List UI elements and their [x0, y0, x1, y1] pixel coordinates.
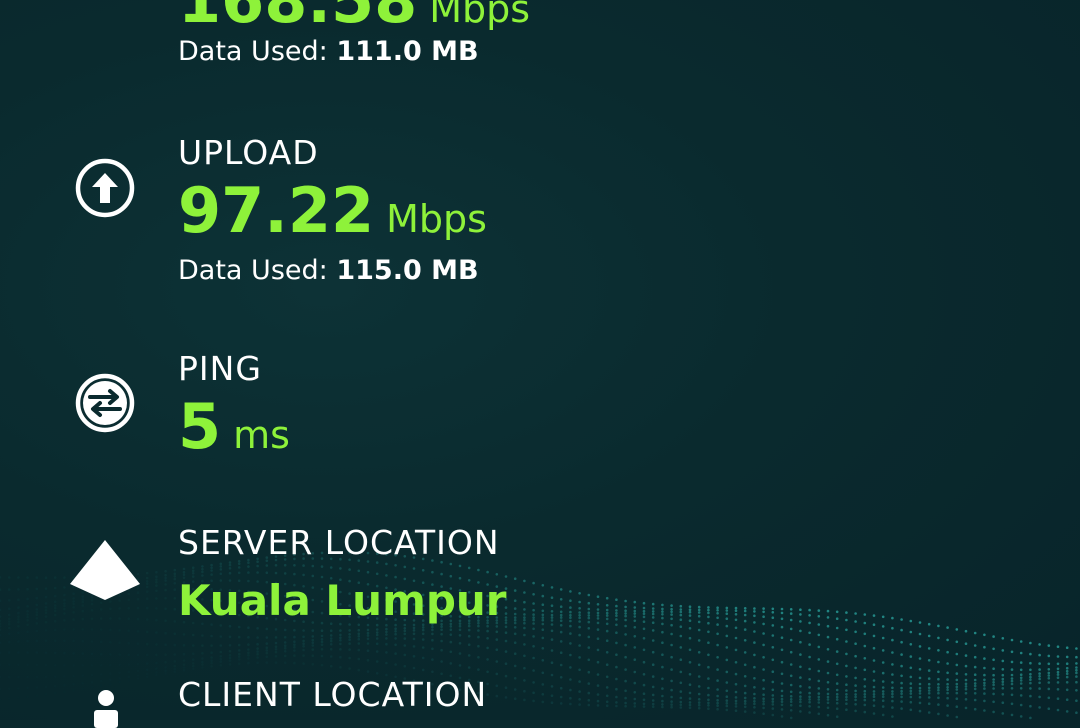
client-location-label: CLIENT LOCATION — [178, 675, 488, 714]
ping-unit: ms — [233, 413, 290, 457]
server-location-label: SERVER LOCATION — [178, 523, 500, 562]
server-pin-icon — [70, 540, 140, 600]
upload-data-used-label: Data Used: — [178, 255, 328, 286]
ping-value: 5 ms — [178, 390, 290, 463]
ping-label: PING — [178, 349, 262, 388]
upload-label: UPLOAD — [178, 133, 319, 172]
swap-arrows-circle-icon — [75, 373, 135, 433]
download-speed: 168.58 Mbps — [178, 0, 530, 32]
download-data-used-label: Data Used: — [178, 36, 328, 67]
wave-background — [0, 551, 1078, 720]
arrow-up-circle-icon — [75, 158, 135, 218]
upload-speed: 97.22 Mbps — [178, 174, 487, 247]
download-data-used-value: 111.0 MB — [336, 36, 479, 67]
upload-data-used: Data Used: 115.0 MB — [178, 255, 479, 286]
upload-data-used-value: 115.0 MB — [336, 255, 479, 286]
download-data-used: Data Used: 111.0 MB — [178, 36, 479, 67]
server-location-value: Kuala Lumpur — [178, 576, 507, 625]
download-unit: Mbps — [429, 0, 531, 31]
upload-unit: Mbps — [386, 197, 487, 241]
person-icon — [94, 690, 118, 728]
